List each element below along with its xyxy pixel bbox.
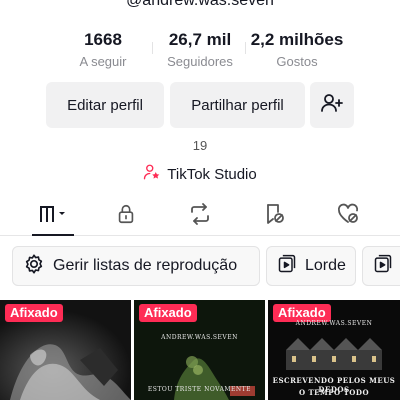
video-grid: Afixado Afixado ANDREW.WAS.SEVEN ESTOU T… <box>0 300 400 400</box>
followers-stat[interactable]: 26,7 mil Seguidores <box>158 30 242 70</box>
playlist-icon <box>373 254 393 279</box>
likes-stat[interactable]: 2,2 milhões Gostos <box>242 30 352 70</box>
add-person-icon <box>320 91 344 119</box>
tiktok-studio-link[interactable]: TikTok Studio <box>0 163 400 185</box>
tab-liked[interactable] <box>328 202 368 230</box>
video-watermark: ANDREW.WAS.SEVEN <box>295 320 373 327</box>
profile-tabs <box>0 196 400 236</box>
likes-count: 2,2 milhões <box>250 30 344 49</box>
video-thumbnail[interactable]: Afixado ANDREW.WAS.SEVEN ESCREVENDO PELO… <box>268 300 400 400</box>
likes-label: Gostos <box>276 54 318 69</box>
video-overlay-text: ESTOU TRISTE NOVAMENTE <box>147 386 252 393</box>
pinned-badge: Afixado <box>139 304 197 322</box>
video-overlay-text: O TEMPO TODO <box>298 388 370 397</box>
followers-count: 26,7 mil <box>168 30 232 49</box>
bookmark-icon <box>262 202 286 231</box>
profile-stats: 1668 A seguir 26,7 mil Seguidores 2,2 mi… <box>0 30 400 72</box>
following-label: A seguir <box>79 54 127 69</box>
videos-grid-icon <box>38 204 68 229</box>
playlist-icon <box>277 254 297 279</box>
playlist-lorde[interactable]: Lorde <box>266 246 356 286</box>
playlist-lorde-label: Lorde <box>305 257 346 274</box>
repost-icon <box>188 202 212 231</box>
tab-reposts[interactable] <box>180 202 220 230</box>
lock-icon <box>115 203 137 230</box>
video-thumbnail[interactable]: Afixado ANDREW.WAS.SEVEN ESTOU TRISTE NO… <box>134 300 265 400</box>
playlist-next[interactable] <box>362 246 400 286</box>
add-friends-button[interactable] <box>310 82 354 128</box>
manage-playlists-label: Gerir listas de reprodução <box>53 257 238 274</box>
studio-label: TikTok Studio <box>167 165 257 183</box>
active-tab-indicator <box>32 234 74 236</box>
stat-divider <box>152 42 153 54</box>
tab-videos[interactable] <box>33 202 73 230</box>
liked-heart-icon <box>336 202 360 231</box>
studio-person-star-icon <box>143 163 161 185</box>
edit-profile-button[interactable]: Editar perfil <box>46 82 164 128</box>
video-thumbnail[interactable]: Afixado <box>0 300 131 400</box>
following-count: 1668 <box>84 30 122 49</box>
tab-private[interactable] <box>106 202 146 230</box>
bio-count: 19 <box>192 138 208 153</box>
share-profile-button[interactable]: Partilhar perfil <box>170 82 305 128</box>
tab-saved[interactable] <box>254 202 294 230</box>
followers-label: Seguidores <box>167 54 233 69</box>
following-stat[interactable]: 1668 A seguir <box>68 30 138 70</box>
pinned-badge: Afixado <box>5 304 63 322</box>
gear-icon <box>23 253 45 280</box>
video-watermark: ANDREW.WAS.SEVEN <box>161 334 238 341</box>
manage-playlists-button[interactable]: Gerir listas de reprodução <box>12 246 260 286</box>
username: @andrew.was.seven <box>126 0 274 9</box>
